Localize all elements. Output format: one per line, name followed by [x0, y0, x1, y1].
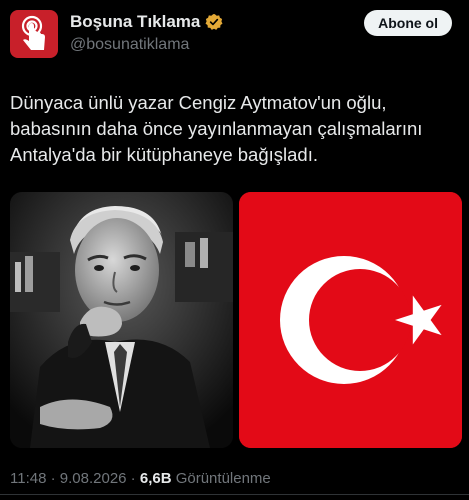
views-count[interactable]: 6,6B [140, 470, 172, 487]
turkey-flag-icon [239, 192, 462, 448]
handle[interactable]: @bosunatiklama [70, 36, 189, 54]
turkey-flag-image[interactable] [239, 192, 462, 448]
tweet-text-line: Antalya'da bir kütüphaneye bağışladı. [10, 144, 318, 165]
portrait-photo[interactable] [10, 192, 233, 448]
tweet-time[interactable]: 11:48 [10, 470, 46, 487]
follow-button[interactable]: Abone ol [364, 10, 452, 36]
tweet-text-line: Dünyaca ünlü yazar Cengiz Aytmatov'un oğ… [10, 92, 387, 113]
avatar[interactable] [10, 10, 58, 58]
tweet-header: Boşuna Tıklama @bosunatiklama Abone ol [10, 10, 460, 58]
divider [0, 494, 469, 495]
meta-separator: · [46, 470, 60, 487]
views-label: Görüntülenme [171, 470, 271, 487]
tap-finger-icon [10, 10, 58, 58]
portrait-image [10, 192, 233, 448]
tweet-text: Dünyaca ünlü yazar Cengiz Aytmatov'un oğ… [10, 90, 460, 168]
tweet-meta: 11:48 · 9.08.2026 · 6,6B Görüntülenme [10, 470, 271, 487]
tweet-date[interactable]: 9.08.2026 [60, 470, 127, 487]
tweet-text-line: babasının daha önce yayınlanmayan çalışm… [10, 118, 423, 139]
media-grid [10, 192, 462, 448]
name-row: Boşuna Tıklama [70, 12, 223, 32]
meta-separator: · [126, 470, 140, 487]
verified-badge-icon [205, 14, 223, 30]
display-name[interactable]: Boşuna Tıklama [70, 12, 200, 32]
